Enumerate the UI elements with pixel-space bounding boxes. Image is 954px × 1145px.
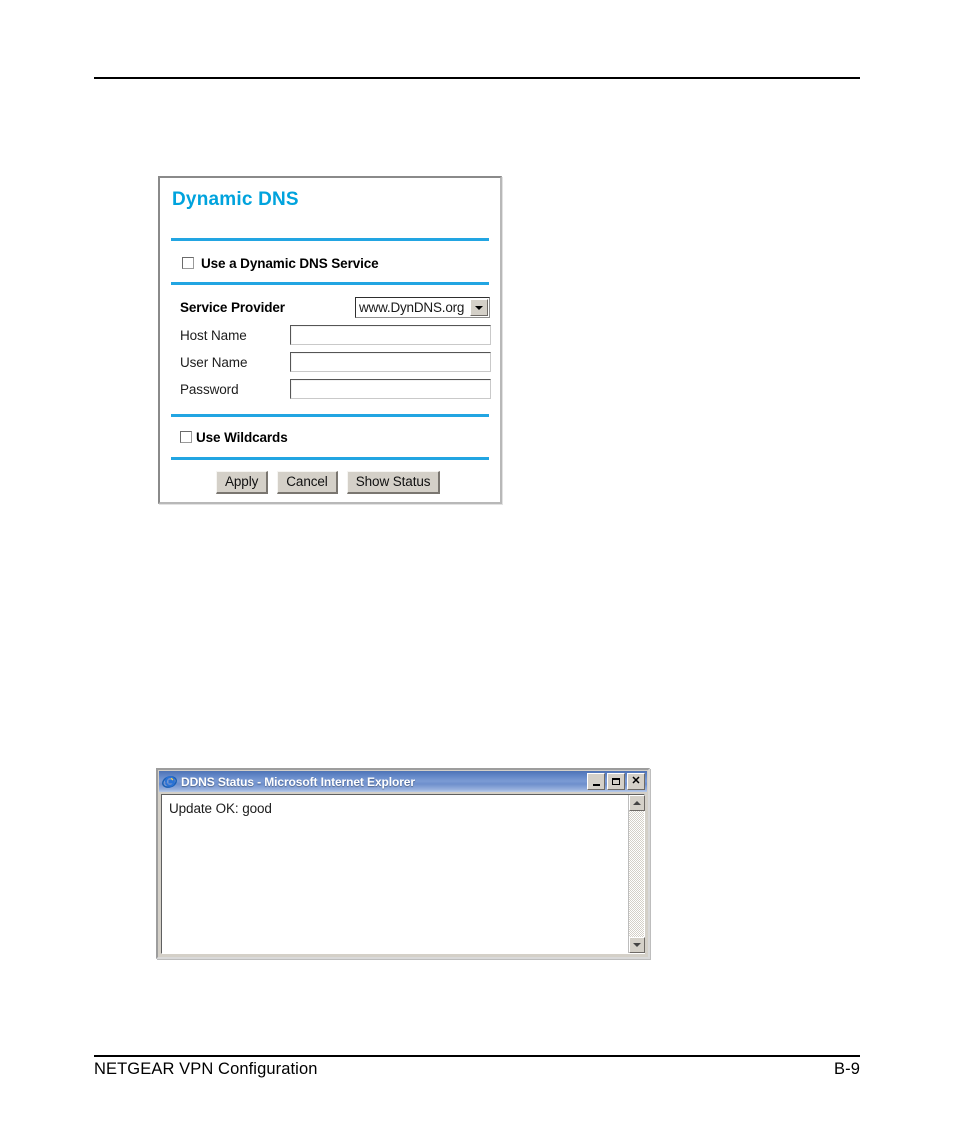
password-label: Password: [180, 381, 239, 397]
maximize-button[interactable]: [607, 773, 625, 790]
arrow-up-icon: [633, 801, 641, 805]
close-button[interactable]: ✕: [627, 773, 645, 790]
panel-title: Dynamic DNS: [172, 189, 299, 210]
service-provider-selected-value: www.DynDNS.org: [359, 300, 465, 316]
page-header-rule: [94, 77, 860, 79]
host-name-row: Host Name: [170, 325, 491, 346]
user-name-row: User Name: [170, 352, 491, 373]
divider-3: [171, 413, 489, 417]
caret-down-glyph: [475, 305, 483, 310]
window-titlebar[interactable]: DDNS Status - Microsoft Internet Explore…: [159, 771, 647, 792]
show-status-button[interactable]: Show Status: [346, 470, 441, 495]
apply-button[interactable]: Apply: [216, 470, 269, 495]
host-name-input[interactable]: [290, 325, 491, 346]
user-name-label: User Name: [180, 354, 248, 370]
dynamic-dns-panel: Dynamic DNS Use a Dynamic DNS Service Se…: [158, 176, 502, 504]
vertical-scrollbar[interactable]: [628, 795, 645, 953]
host-name-label: Host Name: [180, 327, 247, 343]
service-provider-select[interactable]: www.DynDNS.org: [355, 297, 490, 319]
service-provider-row: Service Provider www.DynDNS.org: [170, 297, 490, 319]
panel-button-row: Apply Cancel Show Status: [170, 470, 490, 495]
page-footer-rule: [94, 1055, 860, 1057]
page-footer: NETGEAR VPN Configuration B-9: [94, 1060, 860, 1079]
minimize-icon: [592, 783, 600, 786]
use-dynamic-dns-service-row[interactable]: Use a Dynamic DNS Service: [170, 256, 490, 271]
divider-1: [171, 237, 489, 241]
internet-explorer-icon: [162, 774, 177, 789]
maximize-icon: [612, 778, 620, 785]
scroll-up-button[interactable]: [629, 795, 645, 811]
use-wildcards-label: Use Wildcards: [196, 429, 288, 445]
window-client-area: Update OK: good: [161, 794, 645, 954]
chevron-down-icon[interactable]: [470, 299, 488, 317]
use-wildcards-row[interactable]: Use Wildcards: [170, 430, 490, 445]
divider-4: [171, 456, 489, 460]
password-input[interactable]: [290, 379, 491, 400]
service-provider-label: Service Provider: [180, 300, 285, 316]
use-wildcards-checkbox[interactable]: [180, 431, 192, 444]
ddns-status-window: DDNS Status - Microsoft Internet Explore…: [156, 768, 650, 959]
window-title: DDNS Status - Microsoft Internet Explore…: [181, 774, 415, 789]
arrow-down-icon: [633, 943, 641, 947]
cancel-button[interactable]: Cancel: [277, 470, 338, 495]
user-name-input[interactable]: [290, 352, 491, 373]
status-document-text: Update OK: good: [169, 801, 272, 816]
minimize-button[interactable]: [587, 773, 605, 790]
scroll-down-button[interactable]: [629, 937, 645, 953]
footer-page-number: B-9: [834, 1060, 860, 1078]
divider-2: [171, 281, 489, 285]
password-row: Password: [170, 379, 491, 400]
window-controls: ✕: [587, 773, 645, 790]
footer-document-title: NETGEAR VPN Configuration: [94, 1060, 318, 1078]
dynamic-dns-panel-inner: Dynamic DNS Use a Dynamic DNS Service Se…: [160, 178, 500, 502]
use-dynamic-dns-service-label: Use a Dynamic DNS Service: [201, 255, 379, 271]
use-dynamic-dns-service-checkbox[interactable]: [182, 257, 194, 270]
close-icon: ✕: [631, 774, 641, 787]
